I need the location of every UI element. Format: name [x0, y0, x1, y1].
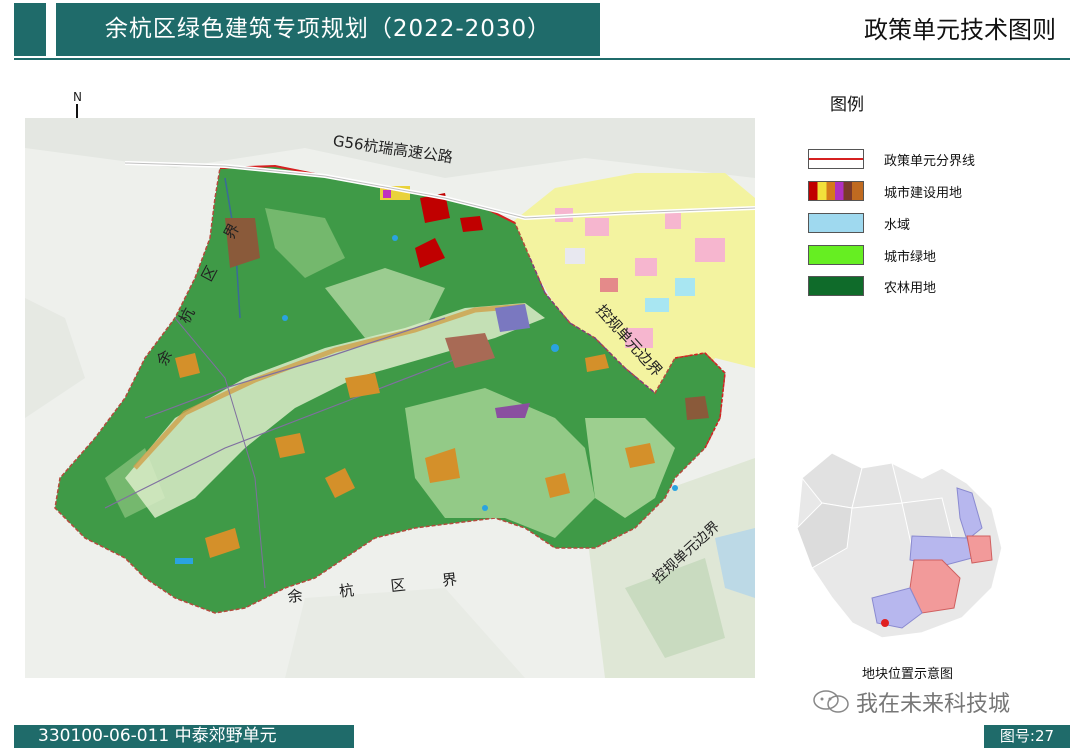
header-accent-bar — [14, 3, 46, 56]
legend-item-urban-green: 城市绿地 — [808, 245, 1068, 267]
legend-item-agri-forest: 农林用地 — [808, 276, 1068, 298]
watermark-text: 我在未来科技城 — [856, 692, 1011, 717]
page-number: 图号:27 — [984, 725, 1070, 748]
agri-forest-swatch — [808, 276, 864, 296]
locator-map — [796, 452, 1003, 639]
north-label: N — [73, 90, 82, 104]
planning-map: G56杭瑞高速公路 余 杭 区 界 余 杭 区 界 控规单元边界 控规单元边界 — [25, 118, 755, 678]
legend-title: 图例 — [830, 95, 864, 115]
legend-label: 城市绿地 — [884, 250, 937, 265]
page-subtitle: 政策单元技术图则 — [864, 16, 1056, 44]
legend-item-policy-boundary: 政策单元分界线 — [808, 149, 1068, 171]
header-divider — [14, 58, 1070, 60]
legend-label: 农林用地 — [884, 281, 937, 296]
legend-label: 城市建设用地 — [884, 186, 963, 201]
legend-item-water: 水域 — [808, 213, 1068, 235]
policy-boundary-swatch — [808, 149, 864, 169]
locator-caption: 地块位置示意图 — [862, 667, 954, 682]
page-title: 余杭区绿色建筑专项规划（2022-2030） — [56, 3, 600, 56]
water-swatch — [808, 213, 864, 233]
legend-label: 水域 — [884, 218, 911, 233]
construction-land-swatch — [808, 181, 864, 201]
wechat-icon — [813, 690, 849, 713]
legend-item-construction-land: 城市建设用地 — [808, 181, 1068, 203]
unit-id-label: 330100-06-011 中泰郊野单元 — [14, 725, 354, 748]
legend-label: 政策单元分界线 — [884, 154, 976, 169]
urban-green-swatch — [808, 245, 864, 265]
